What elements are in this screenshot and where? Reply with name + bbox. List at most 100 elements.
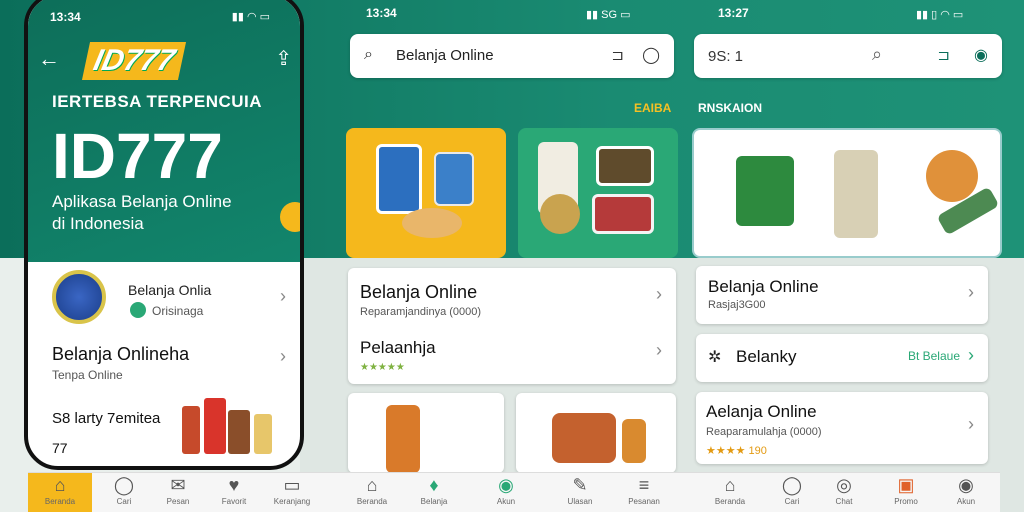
- cart-icon[interactable]: ⊐: [937, 46, 950, 64]
- search-bar[interactable]: ⌕ Belanja Online ⊐ ◯: [350, 34, 674, 78]
- product-jar: [434, 152, 474, 206]
- rating-stars: ★★★★ 190: [706, 445, 767, 457]
- section-label[interactable]: EAIBA: [634, 101, 671, 115]
- floating-action-button[interactable]: [280, 202, 300, 232]
- tab-item[interactable]: ◉ Akun: [474, 473, 538, 512]
- cart-icon[interactable]: ⊐: [611, 46, 624, 64]
- tab-item[interactable]: ✎ Ulasan: [548, 473, 612, 512]
- product-jar: [834, 150, 878, 238]
- big-title: ID777: [52, 120, 223, 192]
- user-icon: ◉: [958, 475, 974, 495]
- list-item-title[interactable]: Belanja Onlia: [128, 282, 211, 298]
- list-item-title[interactable]: Belanja Onlineha: [52, 344, 189, 365]
- product-card[interactable]: Belanja Online Rasjaj3G00 ›: [696, 266, 988, 324]
- list-item-subtitle: 77: [52, 440, 68, 456]
- gift-icon: ▣: [897, 475, 915, 495]
- heart-icon: ♥: [228, 475, 240, 495]
- card-title: Belanky: [736, 347, 797, 366]
- tab-item[interactable]: ♥ Favorit: [202, 473, 266, 512]
- back-arrow-icon[interactable]: ←: [38, 46, 60, 72]
- subtitle-line1: Aplikasa Belanja Online: [52, 192, 232, 211]
- product-card[interactable]: ✲ Belanky Bt Belaue ›: [696, 334, 988, 382]
- tab-item[interactable]: ♦ Belanja: [402, 473, 466, 512]
- product-card[interactable]: Aelanja Online Reaparamulahja (0000) ★★★…: [696, 392, 988, 464]
- chevron-right-icon[interactable]: ›: [280, 286, 286, 307]
- cart-icon: ▭: [283, 475, 301, 495]
- card-subtitle: Reaparamulahja (0000): [706, 426, 822, 438]
- chat-icon: ◎: [836, 475, 852, 495]
- product-bowl: [552, 413, 616, 463]
- tab-item[interactable]: ⌂ Beranda: [28, 473, 92, 512]
- brand-logo: ID777: [81, 42, 187, 80]
- product-tile[interactable]: [516, 393, 676, 473]
- product-pumpkin: [926, 150, 978, 202]
- home-icon: ⌂: [366, 475, 378, 495]
- product-nuts: [540, 194, 580, 234]
- status-time: 13:34: [366, 6, 397, 20]
- mail-icon: ✉: [170, 475, 186, 495]
- chevron-right-icon[interactable]: ›: [968, 345, 974, 366]
- card-title: Aelanja Online: [706, 402, 817, 421]
- search-input[interactable]: Belanja Online: [396, 47, 494, 64]
- promo-banner[interactable]: [346, 128, 506, 258]
- tagline: IERTEBSA TERPENCUIA: [52, 92, 263, 111]
- status-time: 13:27: [718, 6, 749, 20]
- settings-icon: ✲: [708, 349, 722, 366]
- tab-item[interactable]: ✉ Pesan: [146, 473, 210, 512]
- card-subtitle: Rasjaj3G00: [708, 299, 766, 311]
- product-jar: [228, 410, 250, 454]
- tab-item[interactable]: ⌂ Beranda: [340, 473, 404, 512]
- status-icons: ▮▮ SG ▭: [586, 9, 631, 21]
- tab-item[interactable]: ◉ Akun: [934, 473, 998, 512]
- product-thumbnail: [52, 270, 106, 324]
- product-meat: [592, 194, 654, 234]
- chevron-right-icon[interactable]: ›: [968, 414, 974, 435]
- chevron-right-icon[interactable]: ›: [656, 340, 662, 361]
- product-tile[interactable]: [348, 393, 504, 473]
- product-box: [596, 146, 654, 186]
- subtitle-line2: di Indonesia: [52, 214, 144, 233]
- product-package: [736, 156, 794, 226]
- card-title: Belanja Online: [360, 282, 478, 302]
- chevron-right-icon[interactable]: ›: [280, 346, 286, 367]
- user-icon[interactable]: ◯: [642, 45, 660, 65]
- card-title: Belanja Online: [708, 277, 819, 296]
- promo-banner[interactable]: [518, 128, 678, 258]
- home-icon: ⌂: [54, 475, 66, 495]
- tab-item[interactable]: ⌂ Beranda: [698, 473, 762, 512]
- verified-icon: [130, 302, 146, 318]
- product-bottle: [204, 398, 226, 454]
- search-icon[interactable]: ⌕: [872, 44, 882, 65]
- product-jar: [182, 406, 200, 454]
- status-icons: ▮▮ ◠ ▭: [231, 11, 270, 23]
- promo-banner[interactable]: [692, 128, 1002, 258]
- tab-item[interactable]: ≡ Pesanan: [612, 473, 676, 512]
- edit-icon: ✎: [572, 475, 588, 495]
- list-item-subtitle: Orisinaga: [152, 304, 204, 318]
- tab-item[interactable]: ▣ Promo: [874, 473, 938, 512]
- status-icons: ▮▮ ▯ ◠ ▭: [916, 9, 964, 21]
- rating-stars: ★★★★★: [360, 362, 405, 373]
- tab-item[interactable]: ◎ Chat: [812, 473, 876, 512]
- card-link[interactable]: Bt Belaue: [908, 349, 960, 363]
- product-bottle: [254, 414, 272, 454]
- product-card[interactable]: Belanja Online Reparamjandinya (0000) › …: [348, 268, 676, 384]
- chevron-right-icon[interactable]: ›: [656, 284, 662, 305]
- product-food: [402, 208, 462, 238]
- section-label[interactable]: RNSKAION: [698, 101, 762, 115]
- status-time: 13:34: [50, 10, 81, 24]
- user-icon[interactable]: ◉: [974, 45, 988, 65]
- list-item-title[interactable]: S8 larty 7emitea: [52, 410, 160, 427]
- chevron-right-icon[interactable]: ›: [968, 282, 974, 303]
- home-icon: ⌂: [724, 475, 736, 495]
- search-icon: ⌕: [364, 46, 373, 63]
- bottom-tab-bar: ⌂ Beranda ◯ Cari ✉ Pesan ♥ Favorit ▭ Keranjan…: [28, 472, 1000, 512]
- phone-frame: 13:34 ▮▮ ◠ ▭ ← ID777 ⇪ IERTEBSA TERPENCU…: [24, 0, 304, 470]
- bag-icon: ♦: [429, 475, 439, 495]
- search-bar[interactable]: 9S: 1 ⌕ ⊐ ◉: [694, 34, 1002, 78]
- tab-item[interactable]: ▭ Keranjang: [260, 473, 324, 512]
- share-icon[interactable]: ⇪: [275, 46, 292, 71]
- user-icon: ◉: [498, 475, 514, 495]
- search-input[interactable]: 9S: 1: [708, 48, 743, 65]
- product-bottle: [622, 419, 646, 463]
